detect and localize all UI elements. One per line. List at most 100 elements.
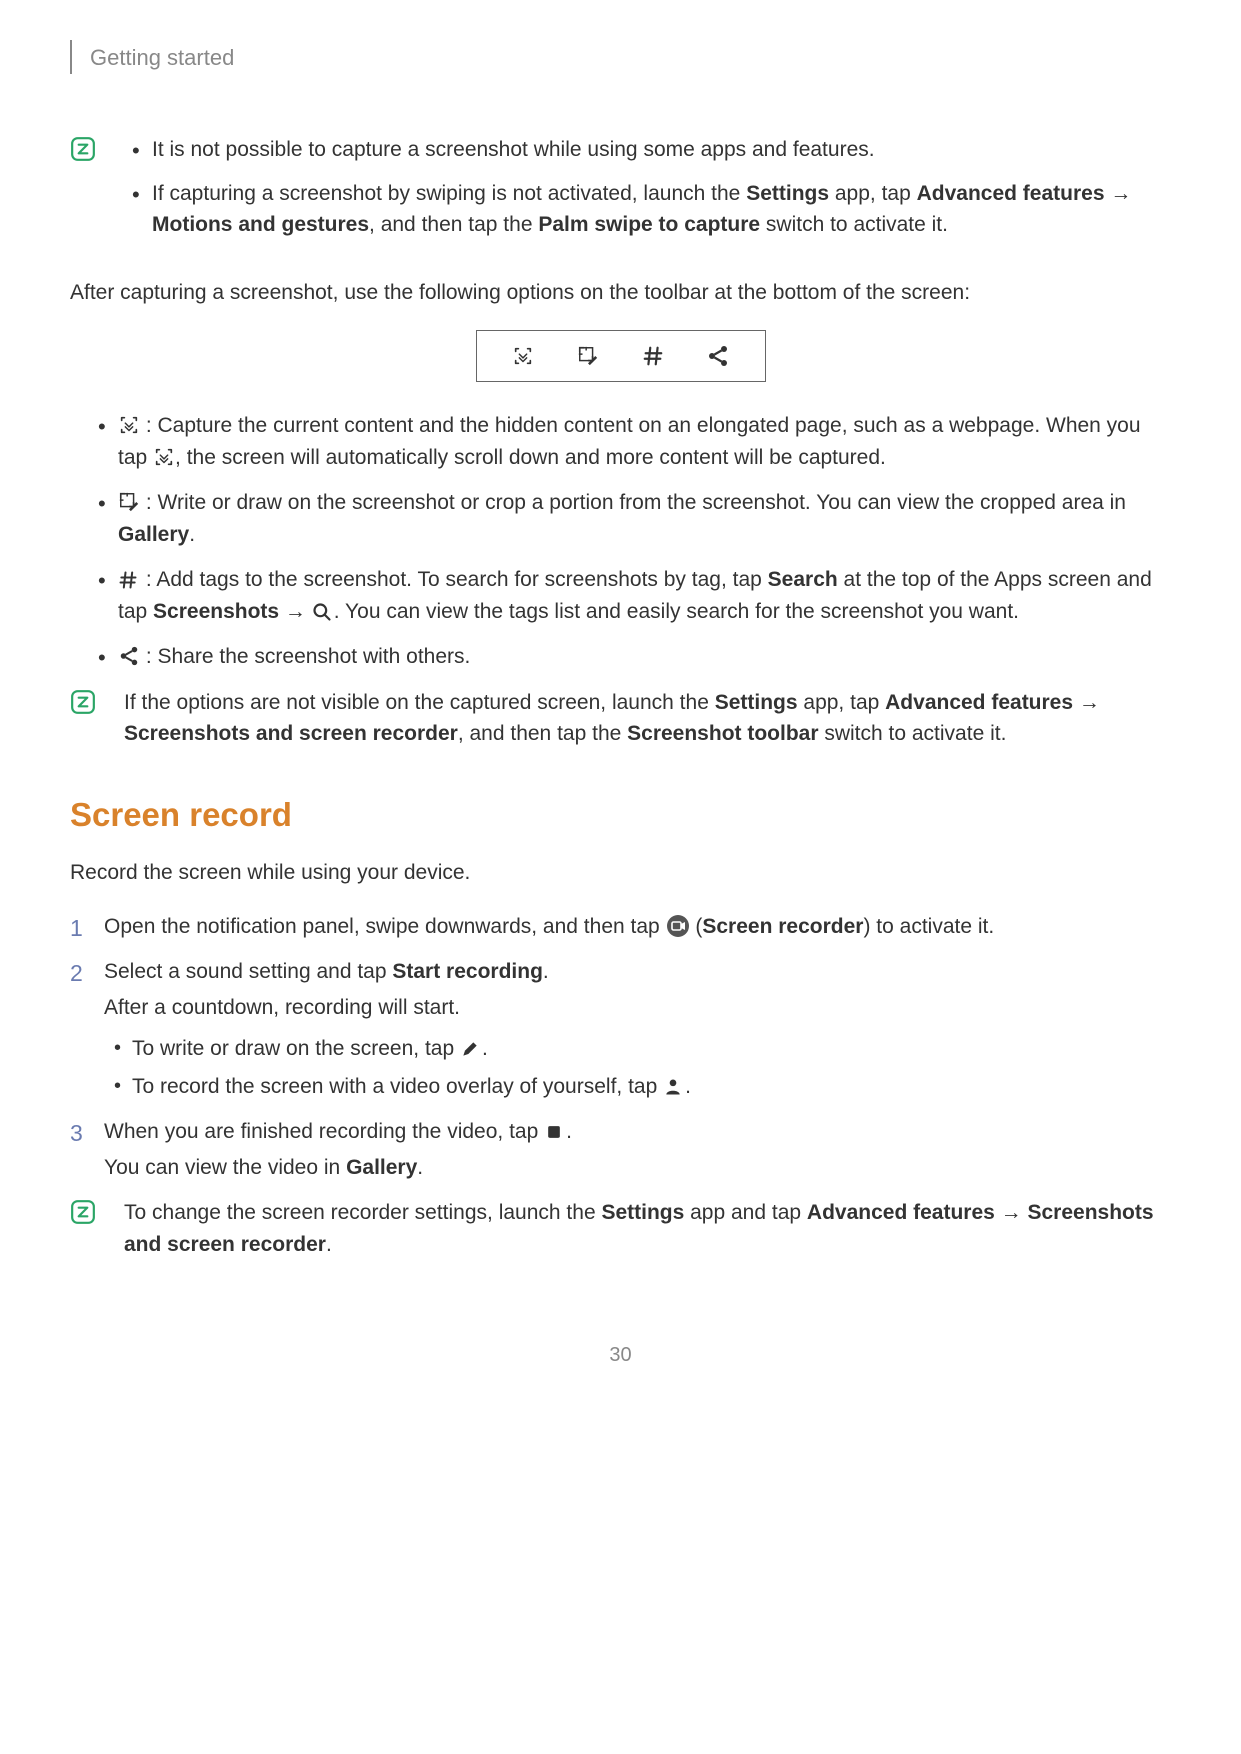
stop-icon [544,1120,566,1142]
page-header: Getting started [70,40,1171,74]
palm-swipe-label: Palm swipe to capture [538,213,760,236]
hash-icon [118,568,140,590]
step-number: 1 [70,911,83,946]
text: Select a sound setting and tap [104,960,392,983]
share-icon [705,343,731,369]
note-icon [70,136,96,162]
note-icon [70,1199,96,1225]
text: app and tap [684,1201,807,1224]
scroll-capture-icon [510,343,536,369]
steps-list: 1 Open the notification panel, swipe dow… [70,911,1171,1184]
crop-pen-icon [118,491,140,513]
toolbar-option: : Add tags to the screenshot. To search … [90,564,1171,627]
advanced-features-label: Advanced features [807,1201,995,1224]
text: , the screen will automatically scroll d… [175,446,886,469]
text: After a countdown, recording will start. [104,992,1171,1024]
note-content: If the options are not visible on the ca… [124,687,1171,750]
step: 3 When you are finished recording the vi… [70,1116,1171,1183]
sub-step: To write or draw on the screen, tap . [104,1033,1171,1065]
body-paragraph: Record the screen while using your devic… [70,857,1171,889]
toolbar-option: : Write or draw on the screenshot or cro… [90,487,1171,550]
search-icon [312,600,334,622]
settings-label: Settings [746,182,829,205]
scroll-capture-icon [153,446,175,468]
text: : Write or draw on the screenshot or cro… [140,491,1126,514]
text: To write or draw on the screen, tap [132,1037,460,1060]
note-bullet: If capturing a screenshot by swiping is … [124,178,1171,241]
note-bullet: It is not possible to capture a screensh… [124,134,1171,166]
step-number: 3 [70,1116,83,1151]
screenshot-toolbar-label: Screenshot toolbar [627,722,818,745]
text: . [326,1233,332,1256]
text: It is not possible to capture a screensh… [152,138,875,161]
text: , and then tap the [458,722,627,745]
section-breadcrumb: Getting started [90,41,234,74]
crop-pen-icon [575,343,601,369]
page-number: 30 [70,1340,1171,1370]
text: . [482,1037,488,1060]
text: switch to activate it. [760,213,948,236]
settings-label: Settings [715,691,798,714]
text: ) to activate it. [863,915,994,938]
text: You can view the video in Gallery. [104,1152,1171,1184]
step-number: 2 [70,956,83,991]
hash-icon [640,343,666,369]
text: . [189,523,195,546]
text: . You can view the tags list and easily … [334,600,1019,623]
note-content: It is not possible to capture a screensh… [124,134,1171,253]
motions-gestures-label: Motions and gestures [152,213,369,236]
arrow: → [1105,182,1132,205]
note-icon [70,689,96,715]
arrow: → [1073,691,1100,714]
text: . [417,1156,423,1179]
text: To record the screen with a video overla… [132,1075,663,1098]
screenshots-label: Screenshots [153,600,279,623]
share-icon [118,645,140,667]
gallery-label: Gallery [346,1156,417,1179]
text: You can view the video in [104,1156,346,1179]
pen-icon [460,1037,482,1059]
text: To change the screen recorder settings, … [124,1201,601,1224]
toolbar-option: : Share the screenshot with others. [90,641,1171,673]
step: 1 Open the notification panel, swipe dow… [70,911,1171,943]
search-label: Search [768,568,838,591]
toolbar-option: : Capture the current content and the hi… [90,410,1171,473]
advanced-features-label: Advanced features [885,691,1073,714]
settings-label: Settings [601,1201,684,1224]
text: : Add tags to the screenshot. To search … [140,568,768,591]
person-icon [663,1075,685,1097]
screenshot-toolbar [476,330,766,382]
text: . [543,960,549,983]
text: , and then tap the [369,213,538,236]
text: When you are finished recording the vide… [104,1120,544,1143]
body-paragraph: After capturing a screenshot, use the fo… [70,277,1171,309]
text: app, tap [829,182,917,205]
note-block-recorder-settings: To change the screen recorder settings, … [70,1197,1171,1260]
note-content: To change the screen recorder settings, … [124,1197,1171,1260]
text: switch to activate it. [819,722,1007,745]
text: Open the notification panel, swipe downw… [104,915,666,938]
screen-recorder-label: Screen recorder [702,915,863,938]
note-block-toolbar-visible: If the options are not visible on the ca… [70,687,1171,750]
sub-step: To record the screen with a video overla… [104,1071,1171,1103]
text: : Share the screenshot with others. [140,645,470,668]
screen-recorder-badge-icon [666,914,690,938]
toolbar-figure [70,330,1171,382]
gallery-label: Gallery [118,523,189,546]
toolbar-options-list: : Capture the current content and the hi… [90,410,1171,673]
advanced-features-label: Advanced features [917,182,1105,205]
text: If the options are not visible on the ca… [124,691,715,714]
scroll-capture-icon [118,414,140,436]
text: ( [690,915,703,938]
text: If capturing a screenshot by swiping is … [152,182,746,205]
text: app, tap [798,691,886,714]
start-recording-label: Start recording [392,960,543,983]
step: 2 Select a sound setting and tap Start r… [70,956,1171,1102]
screen-record-heading: Screen record [70,790,1171,840]
arrow: → [279,600,312,623]
note-block-screenshot-limit: It is not possible to capture a screensh… [70,134,1171,253]
screenshots-recorder-label: Screenshots and screen recorder [124,722,458,745]
arrow: → [995,1201,1028,1224]
text: . [685,1075,691,1098]
text: . [566,1120,572,1143]
